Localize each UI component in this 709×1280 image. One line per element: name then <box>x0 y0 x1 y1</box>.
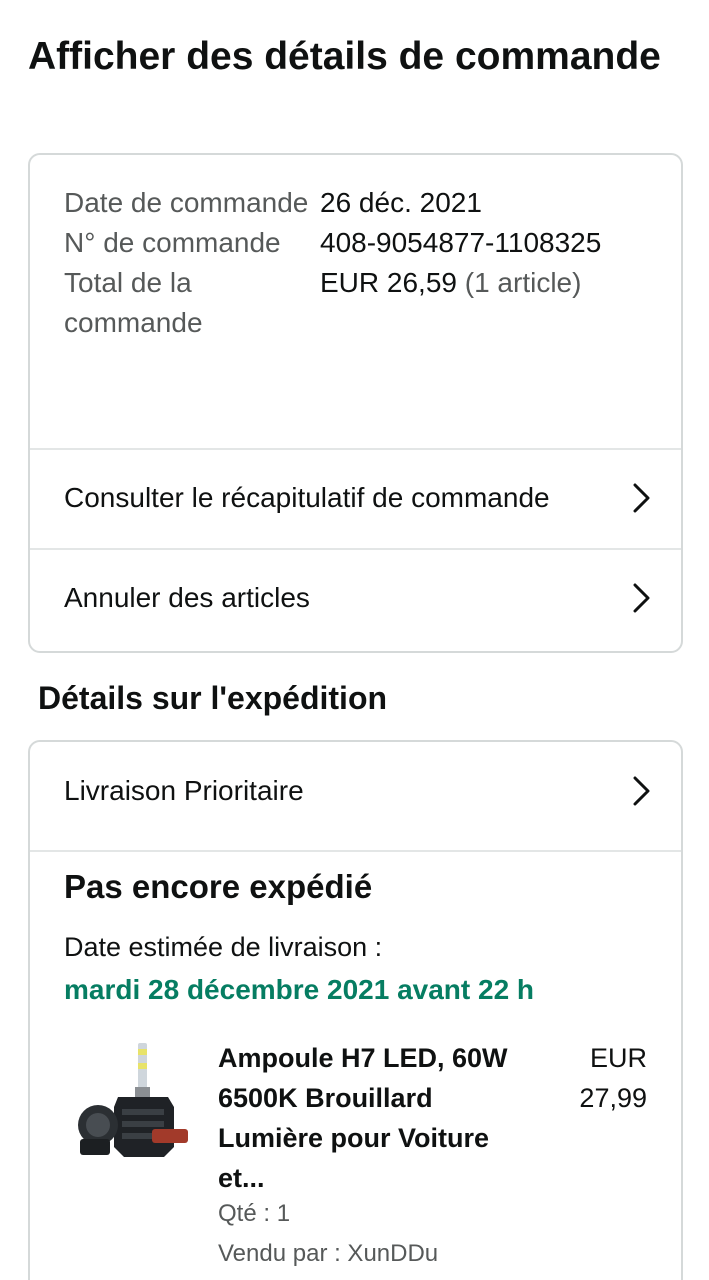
shipping-section-title: Détails sur l'expédition <box>38 680 388 716</box>
shipment-card: Livraison Prioritaire Pas encore expédié… <box>28 740 683 1280</box>
chevron-right-icon <box>633 583 650 613</box>
order-number-row: N° de commande 408-9054877-1108325 <box>64 223 661 263</box>
order-date-row: Date de commande 26 déc. 2021 <box>64 183 661 223</box>
cancel-items-label: Annuler des articles <box>64 582 310 613</box>
view-order-summary-link[interactable]: Consulter le récapitulatif de commande <box>30 449 681 547</box>
product-price-value: 27,99 <box>579 1083 647 1113</box>
order-date-label: Date de commande <box>64 187 309 218</box>
product-price-currency: EUR <box>589 1043 647 1073</box>
chevron-right-icon <box>633 483 650 513</box>
order-number-value: 408-9054877-1108325 <box>320 227 602 258</box>
product-quantity: Qté : 1 <box>218 1200 291 1227</box>
order-summary: Date de commande 26 déc. 2021 N° de comm… <box>64 183 661 343</box>
product-price: EUR 27,99 <box>537 1038 647 1118</box>
delivery-estimate-date: mardi 28 décembre 2021 avant 22 h <box>64 974 535 1005</box>
order-details-page: Afficher des détails de commande Date de… <box>0 0 709 1280</box>
order-total-amount: EUR 26,59 <box>320 267 457 298</box>
delivery-estimate-label: Date estimée de livraison : <box>64 932 383 962</box>
view-order-summary-label: Consulter le récapitulatif de commande <box>64 482 550 513</box>
chevron-right-icon <box>633 776 650 806</box>
cancel-items-link[interactable]: Annuler des articles <box>30 549 681 647</box>
order-date-value: 26 déc. 2021 <box>320 187 482 218</box>
order-number-label: N° de commande <box>64 227 281 258</box>
order-total-items: (1 article) <box>464 267 582 298</box>
order-summary-card: Date de commande 26 déc. 2021 N° de comm… <box>28 153 683 653</box>
product-title-link[interactable]: Ampoule H7 LED, 60W 6500K Brouillard Lum… <box>218 1038 508 1198</box>
shipment-status: Pas encore expédié <box>64 868 373 905</box>
shipping-method-label: Livraison Prioritaire <box>64 775 304 806</box>
order-total-row: Total de la commande EUR 26,59 (1 articl… <box>64 263 661 343</box>
page-title: Afficher des détails de commande <box>28 35 661 78</box>
shipping-method-link[interactable]: Livraison Prioritaire <box>30 742 681 840</box>
divider <box>30 850 681 852</box>
product-seller: Vendu par : XunDDu <box>218 1240 439 1267</box>
order-total-label: Total de la commande <box>64 267 203 338</box>
order-total-value: EUR 26,59 (1 article) <box>320 263 581 343</box>
headlight-bulb-image[interactable] <box>74 1037 192 1167</box>
